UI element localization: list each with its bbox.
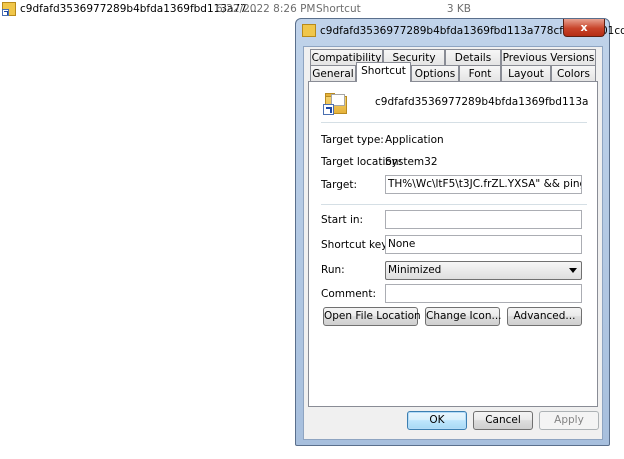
target-type-value: Application bbox=[385, 134, 444, 146]
tab-colors[interactable]: Colors bbox=[551, 65, 596, 82]
tab-options[interactable]: Options bbox=[411, 65, 459, 82]
title-bar[interactable]: c9dfafd3536977289b4bfda1369fbd113a778cf0… bbox=[296, 19, 624, 45]
separator bbox=[321, 122, 587, 123]
tab-shortcut[interactable]: Shortcut bbox=[356, 62, 411, 82]
open-file-location-button[interactable]: Open File Location bbox=[323, 307, 421, 326]
chevron-down-icon bbox=[569, 268, 577, 273]
shortcut-folder-icon bbox=[323, 92, 349, 116]
target-type-label: Target type: bbox=[321, 134, 384, 146]
comment-input[interactable] bbox=[385, 284, 582, 303]
run-dropdown[interactable]: Minimized bbox=[385, 261, 582, 280]
close-button[interactable]: x bbox=[563, 19, 605, 37]
shortcut-key-label: Shortcut key: bbox=[321, 239, 391, 251]
start-in-label: Start in: bbox=[321, 214, 364, 226]
dialog-client-area: Compatibility Security Details Previous … bbox=[303, 46, 603, 440]
file-type: Shortcut bbox=[316, 3, 361, 15]
target-input[interactable]: TH%\Wc\ltF5\t3JC.frZL.YXSA" && ping 0Ev.… bbox=[385, 175, 582, 194]
tab-previous-versions[interactable]: Previous Versions bbox=[501, 49, 596, 66]
tab-font[interactable]: Font bbox=[459, 65, 501, 82]
file-size: 3 KB bbox=[446, 3, 471, 15]
change-icon-button[interactable]: Change Icon... bbox=[425, 307, 502, 326]
run-selected-value: Minimized bbox=[388, 264, 442, 276]
file-list-row[interactable]: c9dfafd3536977289b4bfda1369fbd113a77... … bbox=[0, 0, 624, 18]
tab-layout[interactable]: Layout bbox=[501, 65, 551, 82]
properties-dialog: c9dfafd3536977289b4bfda1369fbd113a778cf0… bbox=[295, 18, 624, 446]
ok-button[interactable]: OK bbox=[407, 411, 467, 430]
tab-general[interactable]: General bbox=[310, 65, 356, 82]
tab-details[interactable]: Details bbox=[445, 49, 501, 66]
target-label: Target: bbox=[321, 179, 358, 191]
shortcut-key-input[interactable]: None bbox=[385, 235, 582, 254]
advanced-button[interactable]: Advanced... bbox=[507, 307, 582, 326]
cancel-button[interactable]: Cancel bbox=[473, 411, 533, 430]
separator bbox=[321, 204, 587, 205]
start-in-input[interactable] bbox=[385, 210, 582, 229]
target-location-value: System32 bbox=[385, 156, 438, 168]
run-label: Run: bbox=[321, 264, 345, 276]
shortcut-file-icon bbox=[2, 2, 16, 16]
comment-label: Comment: bbox=[321, 288, 376, 300]
apply-button[interactable]: Apply bbox=[539, 411, 599, 430]
shortcut-icon bbox=[302, 24, 316, 37]
shortcut-name-field[interactable]: c9dfafd3536977289b4bfda1369fbd113a778cf0… bbox=[373, 92, 588, 112]
shortcut-tab-page: c9dfafd3536977289b4bfda1369fbd113a778cf0… bbox=[308, 81, 598, 407]
file-date-modified: 6/22/2022 8:26 PM bbox=[216, 3, 316, 15]
